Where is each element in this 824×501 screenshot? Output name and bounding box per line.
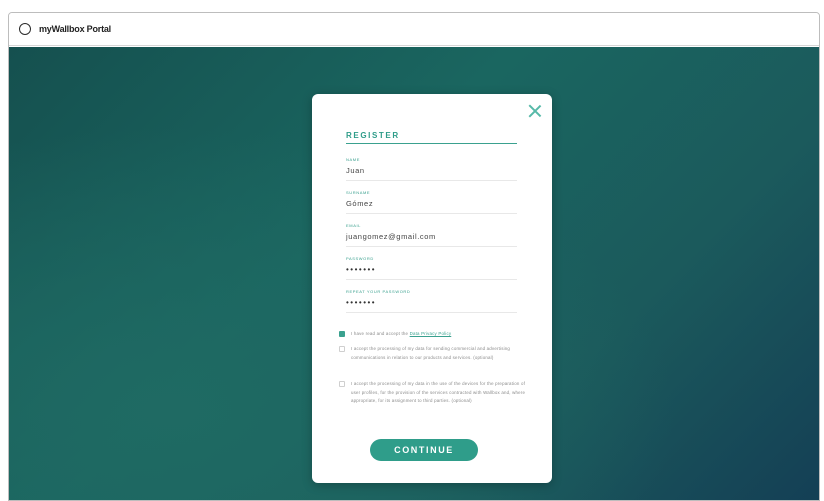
- privacy-consent-label: I have read and accept the: [351, 331, 410, 336]
- marketing-checkbox[interactable]: [339, 346, 345, 352]
- name-label: NAME: [346, 157, 360, 162]
- marketing-consent[interactable]: I accept the processing of my data for s…: [339, 345, 527, 362]
- register-modal: REGISTER NAME Juan SURNAME Gómez EMAIL j…: [312, 94, 552, 483]
- profiling-checkbox[interactable]: [339, 381, 345, 387]
- repeat-password-label: REPEAT YOUR PASSWORD: [346, 289, 411, 294]
- continue-button[interactable]: CONTINUE: [370, 439, 478, 461]
- app-window: myWallbox Portal REGISTER NAME Juan SURN…: [8, 12, 820, 501]
- surname-field[interactable]: SURNAME Gómez: [346, 190, 517, 214]
- profiling-consent[interactable]: I accept the processing of my data in th…: [339, 380, 527, 406]
- privacy-checkbox[interactable]: [339, 331, 345, 337]
- email-input[interactable]: juangomez@gmail.com: [346, 232, 517, 247]
- profiling-consent-text: I accept the processing of my data in th…: [351, 381, 526, 403]
- app-circle-icon: [19, 23, 31, 35]
- surname-label: SURNAME: [346, 190, 371, 195]
- window-title: myWallbox Portal: [39, 24, 111, 34]
- title-bar: myWallbox Portal: [9, 13, 819, 46]
- modal-title: REGISTER: [346, 131, 517, 144]
- password-input[interactable]: •••••••: [346, 265, 517, 280]
- name-input[interactable]: Juan: [346, 166, 517, 181]
- password-field[interactable]: PASSWORD •••••••: [346, 256, 517, 280]
- repeat-password-input[interactable]: •••••••: [346, 298, 517, 313]
- surname-input[interactable]: Gómez: [346, 199, 517, 214]
- email-label: EMAIL: [346, 223, 362, 228]
- repeat-password-field[interactable]: REPEAT YOUR PASSWORD •••••••: [346, 289, 517, 313]
- marketing-consent-text: I accept the processing of my data for s…: [351, 346, 511, 360]
- close-icon[interactable]: [528, 104, 542, 118]
- background-stage: REGISTER NAME Juan SURNAME Gómez EMAIL j…: [9, 47, 819, 500]
- privacy-policy-link[interactable]: Data Privacy Policy: [410, 331, 452, 336]
- name-field[interactable]: NAME Juan: [346, 157, 517, 181]
- password-label: PASSWORD: [346, 256, 374, 261]
- privacy-consent[interactable]: I have read and accept the Data Privacy …: [339, 330, 527, 339]
- privacy-consent-text: I have read and accept the Data Privacy …: [351, 330, 451, 339]
- email-field[interactable]: EMAIL juangomez@gmail.com: [346, 223, 517, 247]
